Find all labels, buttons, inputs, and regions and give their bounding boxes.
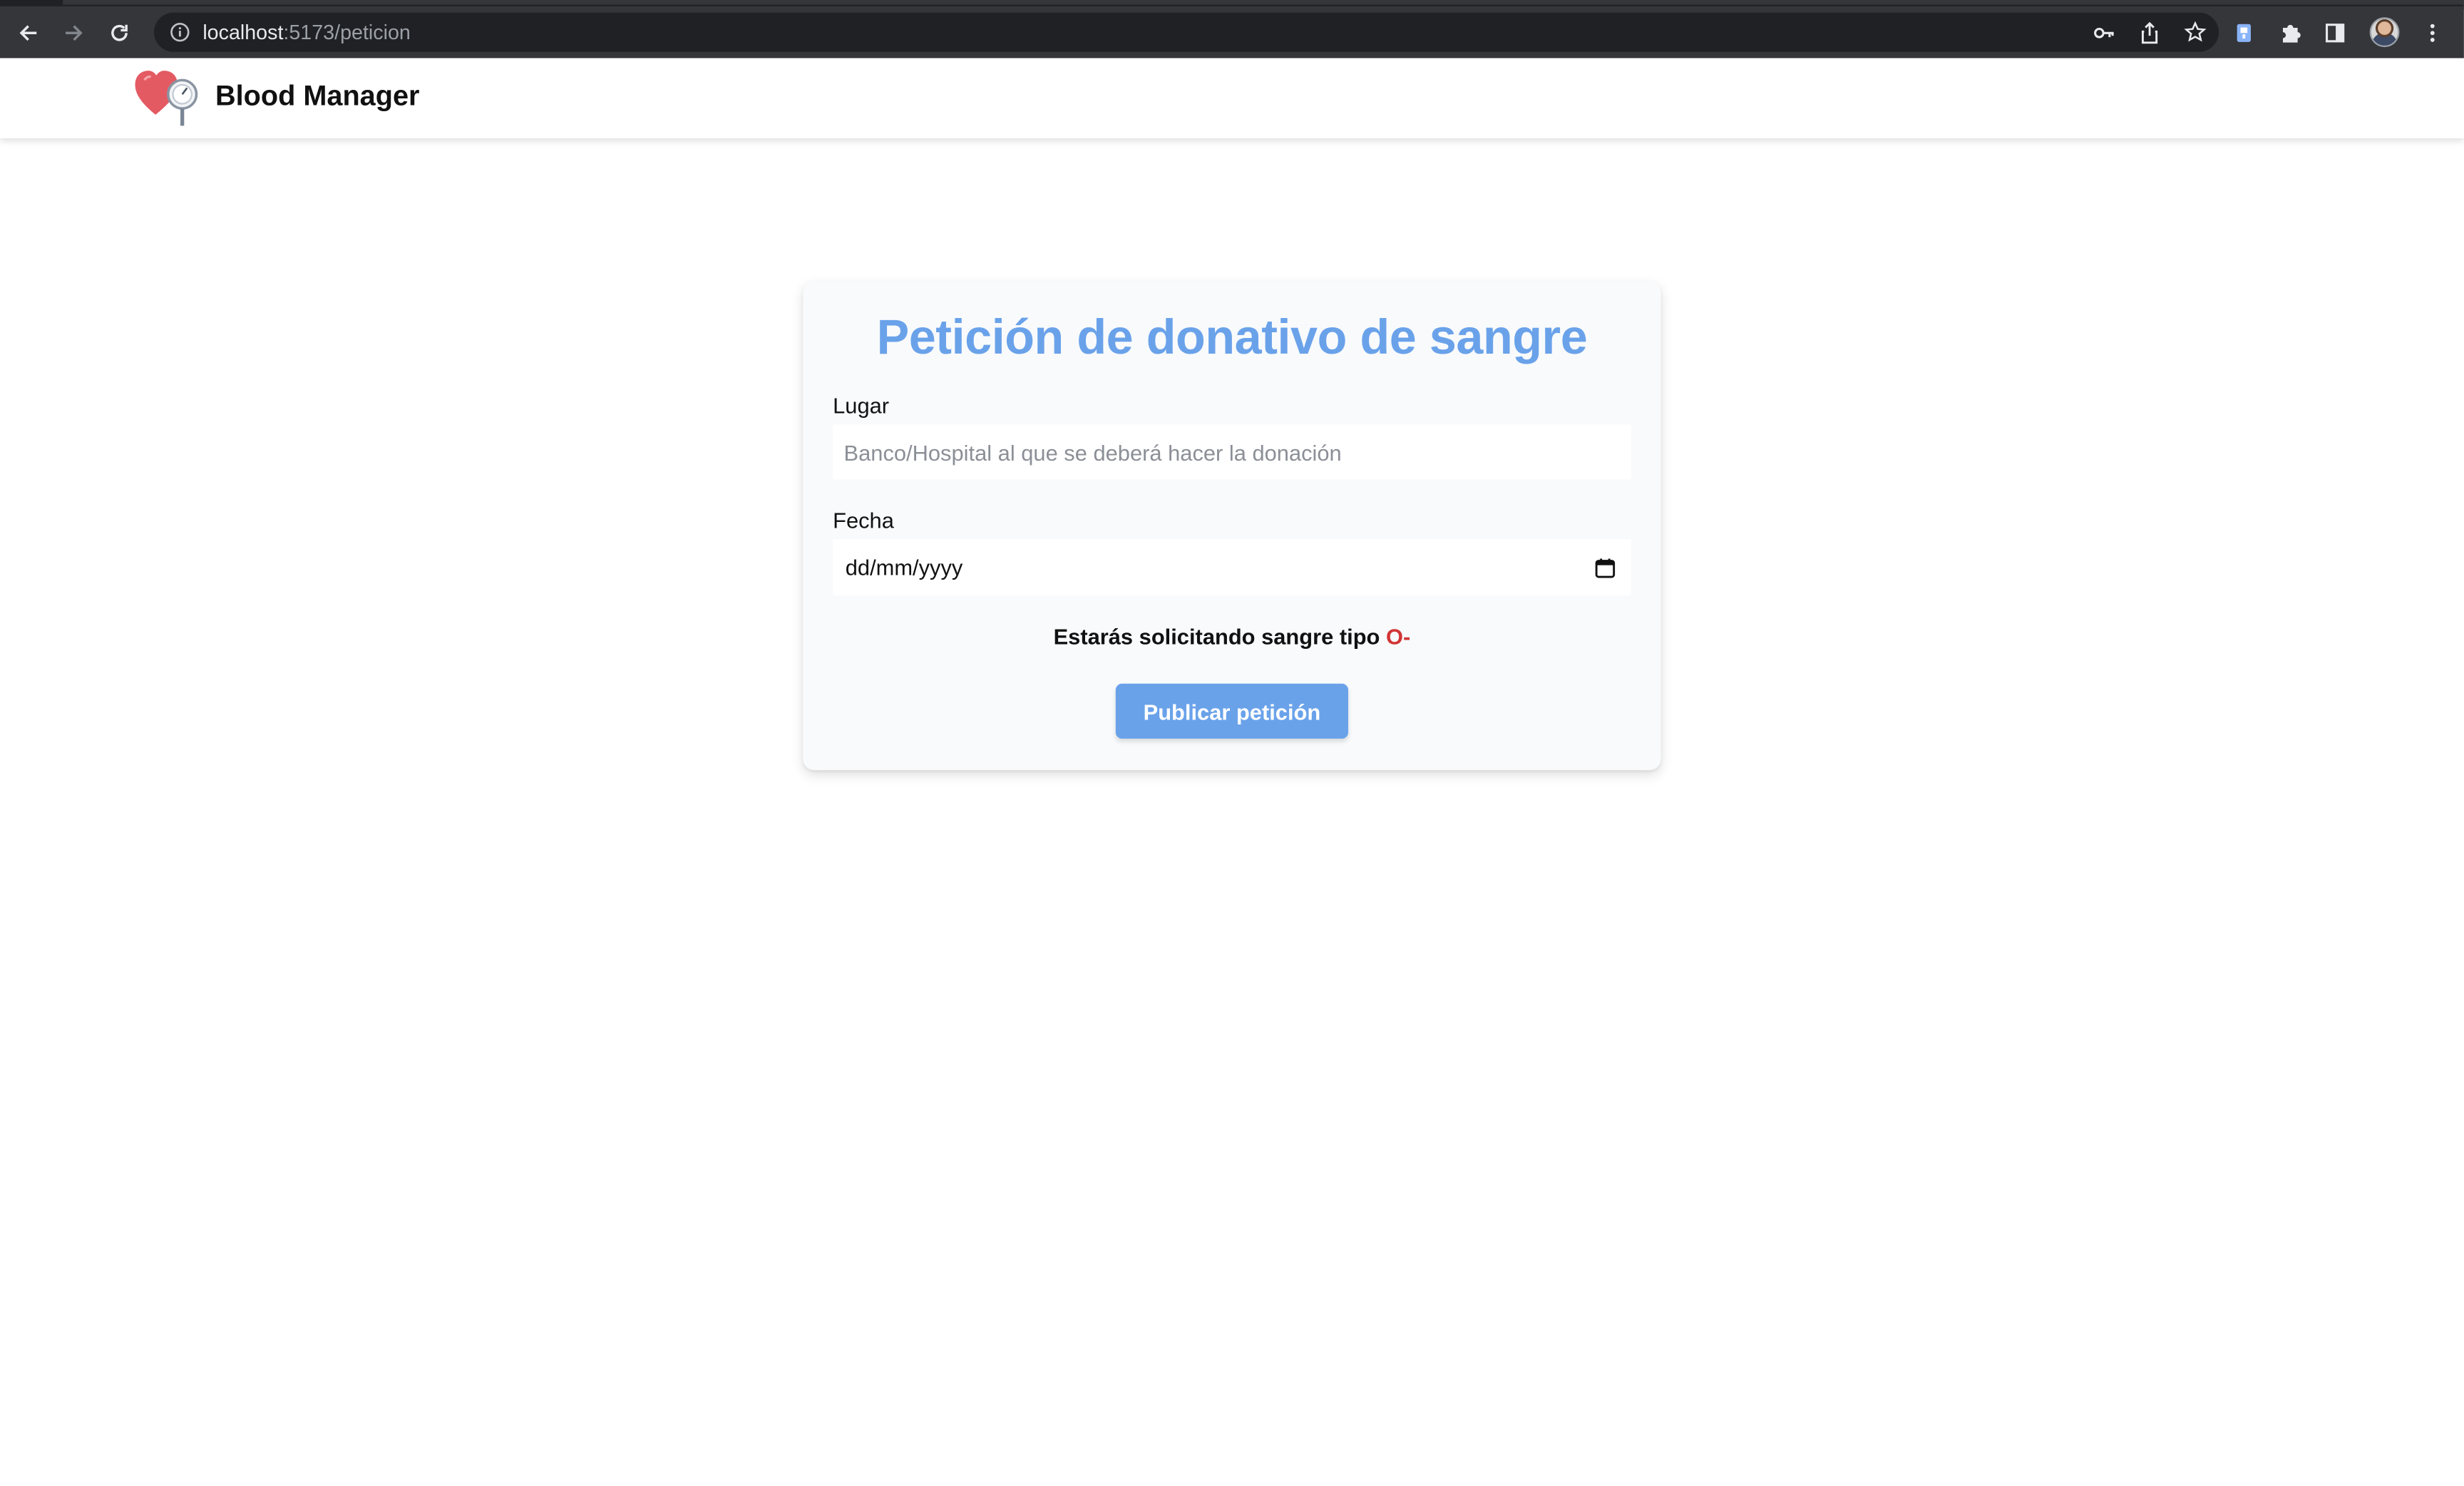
blood-type-summary: Estarás solicitando sangre tipo O- — [803, 624, 1660, 649]
page: localhost:5173/peticion Blood Manager Pe… — [0, 0, 2464, 1481]
key-icon — [2094, 26, 2114, 38]
url-path: :5173/peticion — [283, 20, 411, 44]
url-host: localhost — [202, 20, 284, 44]
publish-request-button[interactable]: Publicar petición — [1115, 683, 1349, 739]
back-button[interactable] — [11, 15, 45, 49]
puzzle-icon — [2281, 24, 2300, 43]
url-text[interactable]: localhost:5173/peticion — [202, 21, 411, 44]
active-tab[interactable] — [63, 0, 2464, 5]
password-key-button[interactable] — [2093, 21, 2115, 43]
reload-button[interactable] — [102, 15, 136, 49]
kebab-menu-icon — [2430, 23, 2435, 41]
bookmark-button[interactable] — [2184, 21, 2207, 43]
brand-name[interactable]: Blood Manager — [215, 80, 420, 113]
extensions-menu-button[interactable] — [2277, 20, 2302, 45]
request-form-card: Petición de donativo de sangre Lugar Fec… — [803, 281, 1661, 770]
reload-icon — [111, 24, 128, 41]
info-icon[interactable] — [170, 22, 190, 43]
place-input[interactable] — [833, 424, 1631, 480]
side-panel-button[interactable] — [2323, 20, 2348, 45]
heart-stethoscope-logo-icon[interactable] — [133, 66, 202, 129]
share-icon — [2141, 21, 2158, 43]
extension-button[interactable] — [2232, 20, 2257, 45]
star-icon — [2184, 21, 2207, 42]
arrow-left-icon — [19, 24, 37, 41]
forward-button[interactable] — [56, 15, 91, 49]
address-bar[interactable]: localhost:5173/peticion — [153, 12, 2219, 52]
share-button[interactable] — [2139, 21, 2161, 43]
extension-badge-icon — [2237, 23, 2251, 41]
app-navbar: Blood Manager — [0, 58, 2464, 138]
blood-type-value: O- — [1385, 623, 1411, 650]
date-input[interactable]: dd/mm/yyyy — [833, 538, 1631, 596]
profile-button[interactable] — [2368, 16, 2399, 48]
browser-actions — [2232, 13, 2464, 52]
calendar-icon[interactable] — [1595, 557, 1616, 578]
date-label: Fecha — [833, 507, 894, 533]
summary-text: Estarás solicitando sangre tipo — [1053, 623, 1380, 650]
browser-toolbar: localhost:5173/peticion — [0, 6, 2464, 58]
arrow-right-icon — [66, 24, 83, 41]
side-panel-icon — [2326, 23, 2345, 42]
browser-menu-button[interactable] — [2420, 20, 2445, 45]
date-value: dd/mm/yyyy — [845, 555, 963, 580]
avatar — [2368, 17, 2399, 48]
page-title: Petición de donativo de sangre — [876, 309, 1588, 365]
place-label: Lugar — [833, 393, 890, 419]
address-bar-actions — [2070, 13, 2207, 52]
